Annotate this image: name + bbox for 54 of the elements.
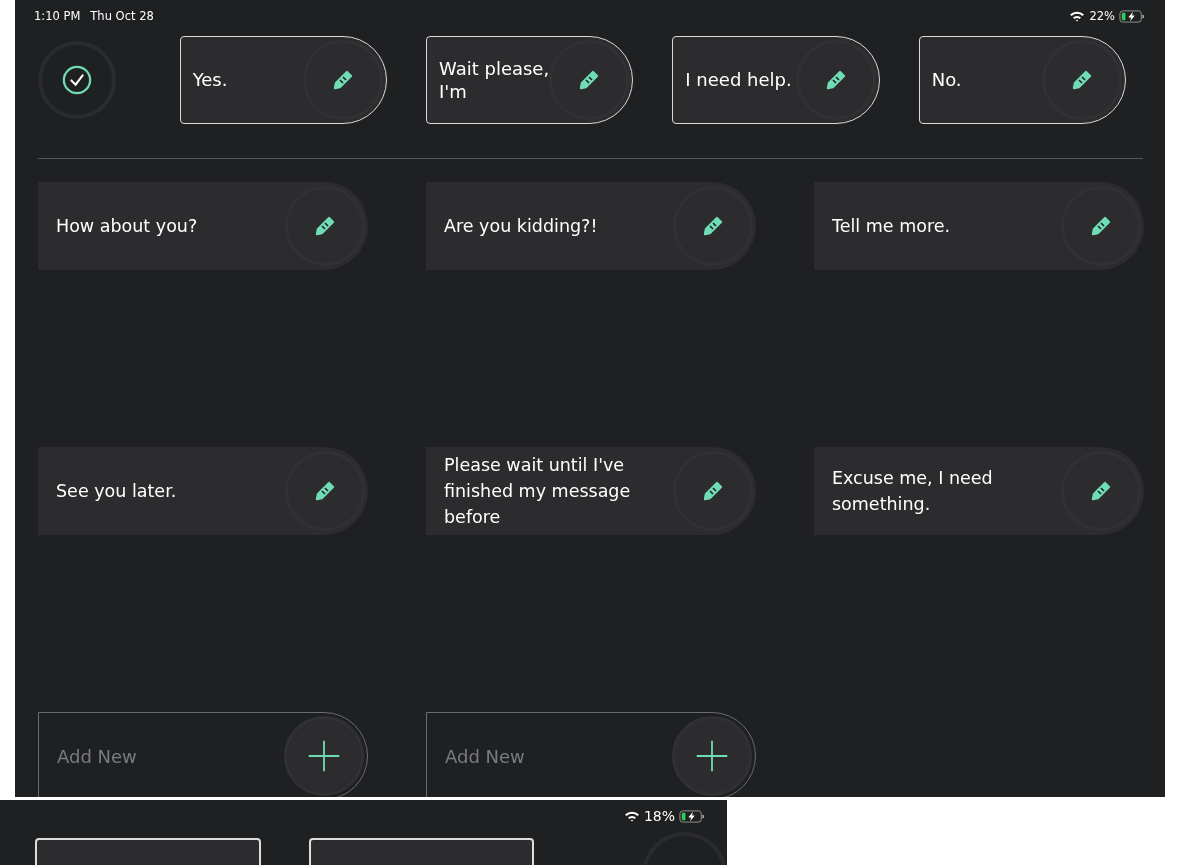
edit-button[interactable] (285, 186, 365, 266)
edit-button[interactable] (549, 40, 630, 120)
phrase-tile[interactable]: Tell me more. (814, 182, 1144, 270)
wifi-icon (623, 810, 640, 822)
phrase-tile[interactable]: Please wait until I've finished my message before (426, 447, 756, 535)
edit-button[interactable] (1061, 451, 1141, 531)
phrase-text: No. (931, 68, 963, 92)
phrase-text: How about you? (56, 214, 199, 238)
edit-button[interactable] (673, 186, 753, 266)
pencil-icon (1089, 214, 1113, 238)
quick-phrase-tile[interactable]: Wait please, I'm (426, 36, 634, 124)
plus-icon (694, 738, 730, 774)
pencil-icon (313, 479, 337, 503)
status-time: 1:10 PM (34, 9, 81, 23)
battery-icon (679, 809, 705, 823)
add-button[interactable] (284, 716, 364, 796)
add-button[interactable] (672, 716, 752, 796)
edit-button[interactable] (1042, 40, 1123, 120)
edit-button[interactable] (285, 451, 365, 531)
edit-button[interactable] (795, 40, 876, 120)
add-new-field[interactable]: Add New (445, 745, 645, 767)
edit-button[interactable] (303, 40, 383, 120)
add-new-tile[interactable]: Add New (426, 712, 756, 797)
quick-phrase-tile[interactable]: Yes. (179, 36, 387, 124)
battery-percent: 18% (643, 808, 675, 824)
edit-button[interactable] (1061, 186, 1141, 266)
phrase-tile[interactable]: Excuse me, I need something. (814, 447, 1144, 535)
battery-icon (1119, 9, 1145, 23)
wifi-icon (1069, 10, 1086, 22)
pencil-icon (1089, 479, 1113, 503)
add-new-tile[interactable]: Add New (38, 712, 368, 797)
phrase-text: Wait please, I'm (439, 56, 550, 104)
phrase-text: Yes. (192, 68, 229, 92)
phrase-text: See you later. (56, 479, 178, 503)
phrase-tile[interactable]: How about you? (38, 182, 368, 270)
pencil-icon (331, 68, 355, 92)
pencil-icon (701, 214, 725, 238)
phrase-text: Excuse me, I need something. (832, 466, 994, 516)
quick-phrase-tile[interactable]: No. (918, 36, 1127, 124)
edit-button[interactable] (673, 451, 753, 531)
phrase-text: I need help. (685, 68, 793, 92)
phrase-text: Are you kidding?! (444, 214, 599, 238)
phrase-tile[interactable]: Are you kidding?! (426, 182, 756, 270)
phrase-text: Please wait until I've finished my message before (444, 453, 632, 530)
phrase-text: Tell me more. (832, 214, 952, 238)
pencil-icon (313, 214, 337, 238)
phrase-tile[interactable]: See you later. (38, 447, 368, 535)
add-new-field[interactable]: Add New (57, 745, 257, 767)
quick-phrase-tile[interactable]: I need help. (672, 36, 880, 124)
battery-percent: 22% (1089, 9, 1115, 23)
pencil-icon (701, 479, 725, 503)
status-date: Thu Oct 28 (90, 9, 154, 23)
check-icon (62, 65, 92, 95)
plus-icon (306, 738, 342, 774)
